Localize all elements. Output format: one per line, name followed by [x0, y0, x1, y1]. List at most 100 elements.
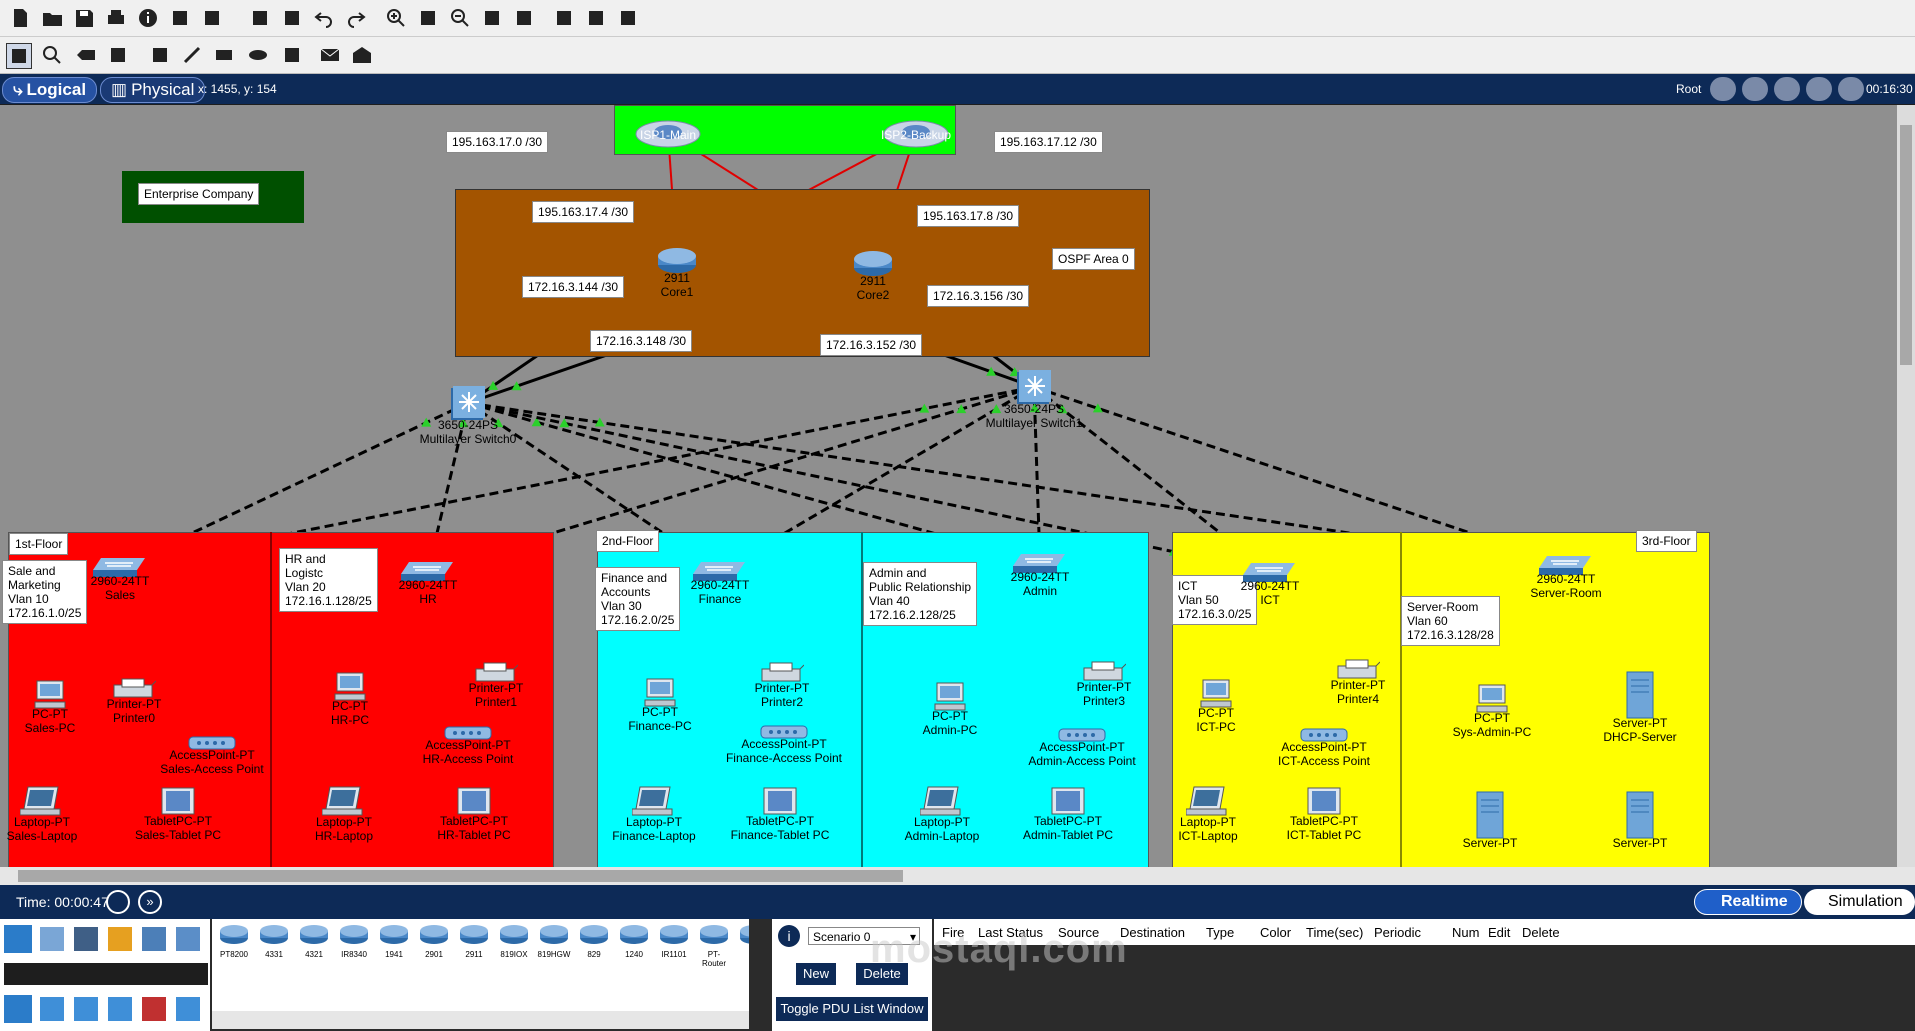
device-fin-tablet[interactable]: TabletPC-PT Finance-Tablet PC — [720, 786, 840, 842]
device-fin-printer[interactable]: Printer-PT Printer2 — [722, 661, 842, 709]
info-icon[interactable]: i — [778, 925, 800, 947]
model-scrollbar[interactable] — [212, 1011, 749, 1029]
device-isp2[interactable]: ISP2-Backup — [856, 116, 976, 148]
model-1240[interactable]: 1240 — [616, 923, 652, 959]
device-fin-laptop[interactable]: Laptop-PT Finance-Laptop — [594, 785, 714, 843]
realtime-button[interactable]: Realtime — [1694, 889, 1802, 915]
end-devices-icon[interactable] — [40, 927, 64, 951]
device-srv-pc[interactable]: PC-PT Sys-Admin-PC — [1432, 683, 1552, 739]
device-hr-tablet[interactable]: TabletPC-PT HR-Tablet PC — [414, 786, 534, 842]
device-hr-pc[interactable]: PC-PT HR-PC — [290, 671, 410, 727]
power-cycle-icon[interactable] — [106, 890, 130, 914]
pdu-column-destination[interactable]: Destination — [1120, 925, 1185, 940]
model-pt[interactable]: PT — [736, 923, 749, 959]
pdu-column-num[interactable]: Num — [1452, 925, 1479, 940]
device-core2[interactable]: 2911 Core2 — [813, 248, 933, 302]
device-ict-ap[interactable]: AccessPoint-PT ICT-Access Point — [1264, 726, 1384, 768]
device-ict-tablet[interactable]: TabletPC-PT ICT-Tablet PC — [1264, 786, 1384, 842]
device-adm-ap[interactable]: AccessPoint-PT Admin-Access Point — [1022, 726, 1142, 768]
print-icon[interactable] — [104, 6, 128, 30]
device-sales-laptop[interactable]: Laptop-PT Sales-Laptop — [0, 785, 102, 843]
device-sales-ap[interactable]: AccessPoint-PT Sales-Access Point — [152, 734, 272, 776]
model-829[interactable]: 829 — [576, 923, 612, 959]
device-srv-dhcp[interactable]: Server-PT DHCP-Server — [1580, 670, 1700, 744]
pdu-column-delete[interactable]: Delete — [1522, 925, 1560, 940]
pdu-column-periodic[interactable]: Periodic — [1374, 925, 1421, 940]
device-srv2[interactable]: Server-PT — [1580, 790, 1700, 850]
simulation-button[interactable]: Simulation — [1804, 889, 1915, 915]
notes-icon[interactable] — [552, 6, 576, 30]
switches-icon[interactable] — [40, 997, 64, 1021]
logical-tab[interactable]: ⤷ Logical — [2, 77, 98, 103]
device-core1[interactable]: 2911 Core1 — [617, 245, 737, 299]
pdu-column-edit[interactable]: Edit — [1488, 925, 1510, 940]
device-hr-laptop[interactable]: Laptop-PT HR-Laptop — [284, 785, 404, 843]
set-background-icon[interactable] — [1806, 77, 1832, 101]
model-4331[interactable]: 4331 — [256, 923, 292, 959]
draw-ellipse-icon[interactable] — [246, 43, 270, 67]
model-1941[interactable]: 1941 — [376, 923, 412, 959]
device-ms0[interactable]: 3650-24PS Multilayer Switch0 — [408, 384, 528, 446]
new-file-icon[interactable] — [8, 6, 32, 30]
device-adm-printer[interactable]: Printer-PT Printer3 — [1044, 660, 1164, 708]
resize-icon[interactable] — [106, 43, 130, 67]
clock-icon[interactable] — [1838, 77, 1864, 101]
device-isp1[interactable]: ISP1-Main — [608, 116, 728, 148]
zoom-in-icon[interactable] — [384, 6, 408, 30]
model-2901[interactable]: 2901 — [416, 923, 452, 959]
drawing-palette-icon[interactable] — [480, 6, 504, 30]
connections-icon[interactable] — [108, 927, 132, 951]
wireless-icon[interactable] — [108, 997, 132, 1021]
device-sw-fin[interactable]: 2960-24TT Finance — [660, 560, 780, 606]
device-sw-hr[interactable]: 2960-24TT HR — [368, 560, 488, 606]
move-object-icon[interactable] — [1774, 77, 1800, 101]
pdu-column-color[interactable]: Color — [1260, 925, 1291, 940]
delete-icon[interactable] — [74, 43, 98, 67]
device-fin-ap[interactable]: AccessPoint-PT Finance-Access Point — [724, 723, 844, 765]
draw-rectangle-icon[interactable] — [212, 43, 236, 67]
hubs-icon[interactable] — [74, 997, 98, 1021]
inspect-icon[interactable] — [40, 43, 64, 67]
device-hr-printer[interactable]: Printer-PT Printer1 — [436, 661, 556, 709]
model-pt-router[interactable]: PT-Router — [696, 923, 732, 968]
model-819hgw[interactable]: 819HGW — [536, 923, 572, 959]
device-fin-pc[interactable]: PC-PT Finance-PC — [600, 677, 720, 733]
device-hr-ap[interactable]: AccessPoint-PT HR-Access Point — [408, 724, 528, 766]
place-note-icon[interactable] — [148, 43, 172, 67]
select-icon[interactable] — [6, 43, 32, 69]
multiuser-icon[interactable] — [176, 927, 200, 951]
add-complex-pdu-icon[interactable] — [350, 43, 374, 67]
vertical-scrollbar[interactable] — [1897, 105, 1915, 867]
fast-forward-icon[interactable]: » — [138, 890, 162, 914]
new-cluster-icon[interactable] — [1742, 77, 1768, 101]
model-ir8340[interactable]: IR8340 — [336, 923, 372, 959]
horizontal-scrollbar[interactable] — [0, 867, 1915, 885]
freeform-icon[interactable] — [280, 43, 304, 67]
save-icon[interactable] — [72, 6, 96, 30]
physical-tab[interactable]: ▥ Physical — [100, 77, 206, 103]
info-icon[interactable] — [136, 6, 160, 30]
misc-icon[interactable] — [142, 927, 166, 951]
screenshot-icon[interactable] — [616, 6, 640, 30]
back-icon[interactable] — [1710, 77, 1736, 101]
model-819iox[interactable]: 819IOX — [496, 923, 532, 959]
model-ir1101[interactable]: IR1101 — [656, 923, 692, 959]
pdu-column-type[interactable]: Type — [1206, 925, 1234, 940]
model-pt8200[interactable]: PT8200 — [216, 923, 252, 959]
routers-icon[interactable] — [4, 995, 32, 1023]
network-config-icon[interactable] — [584, 6, 608, 30]
device-ict-laptop[interactable]: Laptop-PT ICT-Laptop — [1148, 785, 1268, 843]
device-sales-tablet[interactable]: TabletPC-PT Sales-Tablet PC — [118, 786, 238, 842]
device-ms1[interactable]: 3650-24PS Multilayer Switch1 — [974, 368, 1094, 430]
device-sw-srv[interactable]: 2960-24TT Server-Room — [1506, 554, 1626, 600]
network-devices-icon[interactable] — [4, 925, 32, 953]
components-icon[interactable] — [74, 927, 98, 951]
model-4321[interactable]: 4321 — [296, 923, 332, 959]
new-scenario-button[interactable]: New — [796, 963, 836, 985]
device-ict-printer[interactable]: Printer-PT Printer4 — [1298, 658, 1418, 706]
paste-icon[interactable] — [280, 6, 304, 30]
device-sw-admin[interactable]: 2960-24TT Admin — [980, 552, 1100, 598]
redo-icon[interactable] — [344, 6, 368, 30]
zoom-reset-icon[interactable] — [416, 6, 440, 30]
draw-line-icon[interactable] — [180, 43, 204, 67]
